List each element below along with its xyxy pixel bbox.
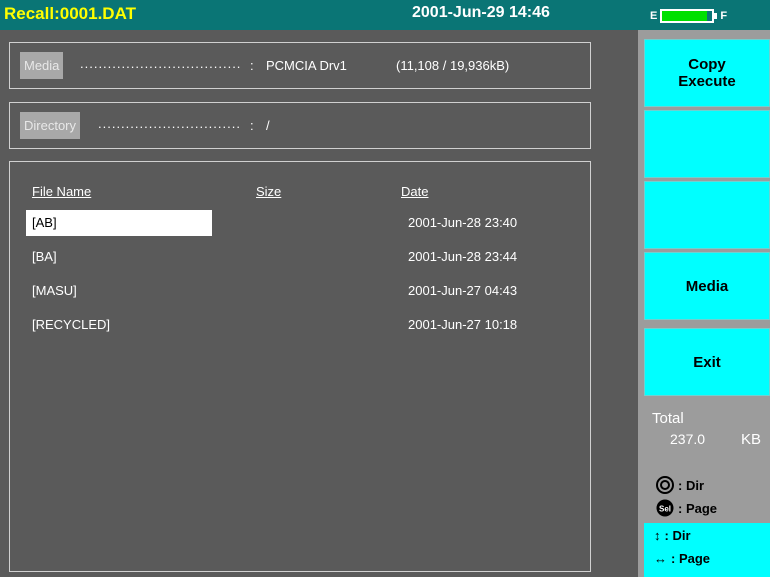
leader-dots: ...................................	[80, 56, 242, 71]
legend-text: : Dir	[664, 528, 691, 543]
file-browser-panel: Media ..................................…	[0, 30, 638, 577]
date-time: 2001-Jun-29 14:46	[412, 4, 550, 21]
copy-execute-button[interactable]: Copy Execute	[644, 39, 770, 107]
file-name: [AB]	[26, 210, 212, 236]
left-right-arrow-icon: ↔	[654, 551, 667, 566]
softkey-label: Media	[685, 277, 729, 295]
rotary-knob-icon	[656, 476, 674, 494]
media-tag: Media	[20, 52, 64, 79]
media-row[interactable]: Media ..................................…	[9, 42, 591, 89]
softkey-label-line2: Execute	[678, 73, 736, 90]
file-date: 2001-Jun-28 23:40	[408, 215, 518, 230]
file-date: 2001-Jun-27 10:18	[408, 317, 518, 332]
separator: :	[250, 118, 254, 133]
legend-text: : Page	[678, 500, 718, 516]
total-unit: KB	[741, 431, 762, 448]
arrow-key-legend: ↕ : Dir ↔ : Page	[644, 523, 770, 577]
col-header-file-name: File Name	[32, 184, 92, 199]
separator: :	[250, 58, 254, 73]
battery-empty-label: E	[650, 10, 658, 22]
directory-row[interactable]: Directory ..............................…	[9, 102, 591, 149]
list-item[interactable]: [AB] 2001-Jun-28 23:40	[26, 210, 590, 236]
list-item[interactable]: [MASU] 2001-Jun-27 04:43	[26, 278, 590, 304]
status-bar: Recall:0001.DAT 2001-Jun-29 14:46 E F	[0, 0, 770, 30]
battery-tip	[714, 13, 718, 19]
legend-sel: Sel : Page	[656, 499, 717, 517]
file-name: [RECYCLED]	[32, 317, 111, 332]
file-name: [MASU]	[32, 283, 77, 298]
svg-text:Sel: Sel	[659, 505, 671, 514]
legend-text: : Dir	[678, 477, 704, 493]
legend-updown: ↕ : Dir	[654, 528, 691, 543]
total-value: 237.0	[670, 431, 706, 447]
directory-value: /	[266, 118, 270, 133]
legend-text: : Page	[671, 551, 711, 566]
softkey-label: Exit	[693, 353, 721, 371]
legend-knob: : Dir	[656, 476, 704, 494]
file-name: [BA]	[32, 249, 57, 264]
file-list: File Name Size Date [AB] 2001-Jun-28 23:…	[9, 161, 591, 572]
softkey-label-line1: Copy	[688, 56, 726, 73]
media-button[interactable]: Media	[644, 252, 770, 320]
battery-full-label: F	[720, 10, 728, 22]
media-usage: (11,108 / 19,936kB)	[396, 58, 510, 73]
file-date: 2001-Jun-28 23:44	[408, 249, 518, 264]
sel-key-icon: Sel	[656, 499, 674, 517]
file-date: 2001-Jun-27 04:43	[408, 283, 518, 298]
battery-level	[662, 11, 708, 21]
directory-tag: Directory	[20, 112, 81, 139]
col-header-date: Date	[401, 184, 429, 199]
up-down-arrow-icon: ↕	[654, 528, 661, 543]
softkey-panel: Copy Execute Media Exit Total 237.0 KB : …	[638, 30, 770, 577]
media-value: PCMCIA Drv1	[266, 58, 347, 73]
total-label: Total	[652, 410, 684, 427]
softkey-3-button[interactable]	[644, 181, 770, 249]
recall-file-title: Recall:0001.DAT	[4, 4, 136, 23]
leader-dots: ...............................	[98, 116, 241, 131]
exit-button[interactable]: Exit	[644, 328, 770, 396]
battery-gauge	[660, 9, 715, 23]
battery-indicator: E F	[650, 9, 727, 23]
softkey-2-button[interactable]	[644, 110, 770, 178]
list-item[interactable]: [BA] 2001-Jun-28 23:44	[26, 244, 590, 270]
legend-leftright: ↔ : Page	[654, 551, 710, 566]
list-item[interactable]: [RECYCLED] 2001-Jun-27 10:18	[26, 312, 590, 338]
col-header-size: Size	[256, 184, 282, 199]
